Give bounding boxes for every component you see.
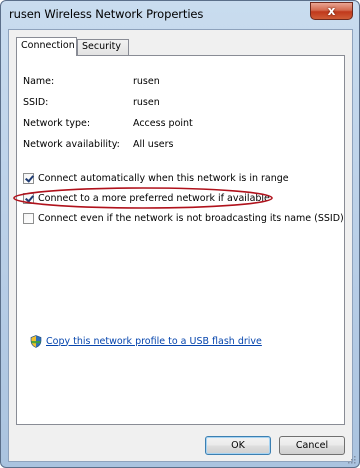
properties-dialog: rusen Wireless Network Properties x Conn… — [0, 0, 360, 468]
copy-profile-link-row[interactable]: Copy this network profile to a USB flash… — [30, 334, 262, 348]
info-value: rusen — [133, 97, 160, 108]
checkbox-connect-hidden[interactable] — [23, 212, 34, 224]
info-value: Access point — [133, 118, 193, 129]
dialog-body: Connection Security Name: rusen SSID: ru… — [8, 29, 353, 462]
info-label: Network availability: — [23, 139, 120, 150]
resize-grip-icon[interactable] — [346, 454, 356, 464]
tab-security[interactable]: Security — [77, 39, 129, 55]
option-connect-automatically[interactable]: Connect automatically when this network … — [23, 171, 333, 185]
close-icon: x — [327, 4, 336, 18]
tab-connection[interactable]: Connection — [16, 37, 77, 56]
info-label: SSID: — [23, 97, 49, 108]
info-row-availability: Network availability: All users — [23, 139, 243, 153]
info-value: rusen — [133, 76, 160, 87]
shield-icon — [30, 334, 42, 348]
window-title: rusen Wireless Network Properties — [9, 7, 204, 21]
ok-button[interactable]: OK — [205, 436, 271, 455]
annotation-ellipse — [13, 187, 273, 209]
info-row-name: Name: rusen — [23, 76, 243, 90]
info-row-ssid: SSID: rusen — [23, 97, 243, 111]
checkbox-connect-automatically[interactable] — [23, 172, 34, 184]
info-label: Name: — [23, 76, 55, 87]
option-connect-hidden[interactable]: Connect even if the network is not broad… — [23, 211, 344, 225]
title-bar[interactable]: rusen Wireless Network Properties x — [1, 1, 359, 29]
option-label: Connect automatically when this network … — [38, 172, 289, 184]
copy-profile-link[interactable]: Copy this network profile to a USB flash… — [46, 336, 262, 347]
cancel-button[interactable]: Cancel — [279, 436, 345, 455]
option-label: Connect even if the network is not broad… — [38, 212, 344, 224]
close-button[interactable]: x — [310, 2, 353, 20]
info-row-network-type: Network type: Access point — [23, 118, 243, 132]
info-value: All users — [133, 139, 174, 150]
info-label: Network type: — [23, 118, 91, 129]
